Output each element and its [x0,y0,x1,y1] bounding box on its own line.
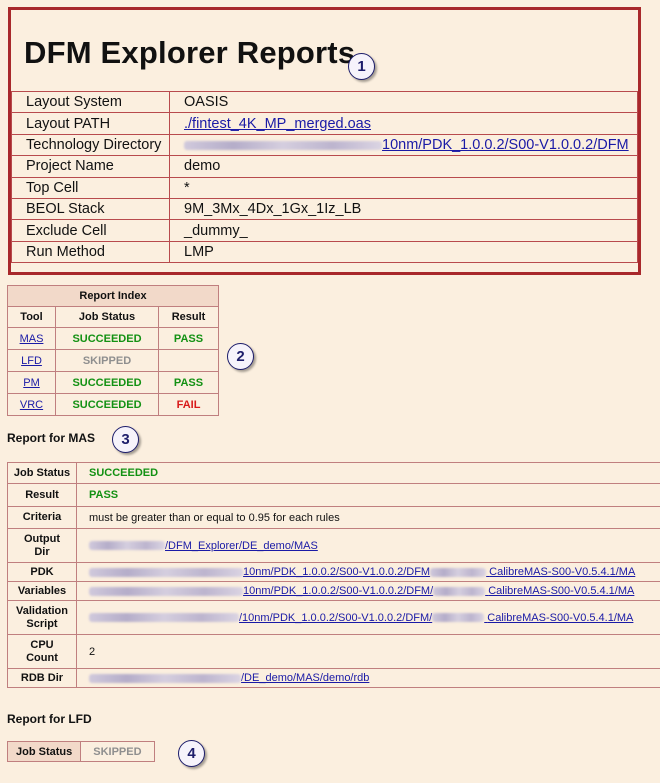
redacted-path [184,140,382,150]
report-index-table: Report Index Tool Job Status Result MAS … [7,285,219,416]
config-value: LMP [169,240,638,264]
variables-value: 10nm/PDK_1.0.0.2/S00-V1.0.0.2/DFM/ Calib… [76,581,660,601]
table-row: Criteria must be greater than or equal t… [7,506,660,529]
pdk-value: 10nm/PDK_1.0.0.2/S00-V1.0.0.2/DFM Calibr… [76,562,660,582]
pdk-link[interactable]: 10nm/PDK_1.0.0.2/S00-V1.0.0.2/DFM Calibr… [243,566,635,578]
config-row: Run Method LMP [11,240,638,264]
tool-link-lfd[interactable]: LFD [21,355,42,367]
tool-link-vrc[interactable]: VRC [20,399,43,411]
output-dir-link[interactable]: /DFM_Explorer/DE_demo/MAS [165,540,318,552]
config-value: 10nm/PDK_1.0.0.2/S00-V1.0.0.2/DFM [169,133,638,157]
table-row: VRC SUCCEEDED FAIL [7,393,219,416]
config-key: Run Method [11,240,170,264]
config-key: Layout System [11,90,170,114]
config-value: demo [169,155,638,178]
tool-link-mas[interactable]: MAS [20,333,44,345]
config-row: BEOL Stack 9M_3Mx_4Dx_1Gx_1Iz_LB [11,197,638,221]
config-key: Project Name [11,155,170,178]
table-row: Result PASS [7,483,660,507]
table-row: Output Dir /DFM_Explorer/DE_demo/MAS [7,528,660,563]
config-key: Layout PATH [11,112,170,135]
config-key: Exclude Cell [11,219,170,242]
config-key: Top Cell [11,176,170,199]
config-row: Top Cell * [11,176,638,199]
config-row: Layout System OASIS [11,90,638,114]
field-label: Result [7,483,77,507]
field-label: Validation Script [7,600,77,635]
job-status-cell: SUCCEEDED [55,327,159,350]
column-header-result: Result [158,306,219,328]
result-cell [158,349,219,372]
config-key: BEOL Stack [11,197,170,221]
config-key: Technology Directory [11,133,170,157]
mas-section-title: Report for MAS [7,431,95,445]
result-cell: PASS [158,371,219,394]
config-value: * [169,176,638,199]
table-row: RDB Dir /DE_demo/MAS/demo/rdb [7,668,660,688]
table-row: Job Status SUCCEEDED [7,462,660,484]
result-cell: PASS [158,327,219,350]
config-value: _dummy_ [169,219,638,242]
table-row: LFD SKIPPED [7,349,219,372]
report-index-caption: Report Index [7,285,219,307]
column-header-job-status: Job Status [55,306,159,328]
field-label: RDB Dir [7,668,77,688]
table-row: Variables 10nm/PDK_1.0.0.2/S00-V1.0.0.2/… [7,581,660,601]
callout-badge-4: 4 [178,740,205,767]
field-label: Criteria [7,506,77,529]
criteria-value: must be greater than or equal to 0.95 fo… [76,506,660,529]
lfd-report-table: Job Status SKIPPED [6,741,155,762]
layout-path-link[interactable]: ./fintest_4K_MP_merged.oas [184,116,371,132]
job-status-value: SUCCEEDED [76,462,660,484]
config-row: Layout PATH ./fintest_4K_MP_merged.oas [11,112,638,135]
table-row: MAS SUCCEEDED PASS [7,327,219,350]
callout-badge-3: 3 [112,426,139,453]
column-header-tool: Tool [7,306,56,328]
validation-script-value: /10nm/PDK_1.0.0.2/S00-V1.0.0.2/DFM/ Cali… [76,600,660,635]
output-dir-value: /DFM_Explorer/DE_demo/MAS [76,528,660,563]
result-cell: FAIL [158,393,219,416]
field-label: Job Status [6,741,82,762]
field-label: CPU Count [7,634,77,669]
config-value: 9M_3Mx_4Dx_1Gx_1Iz_LB [169,197,638,221]
cpu-count-value: 2 [76,634,660,669]
config-value: OASIS [169,90,638,114]
page-title: DFM Explorer Reports [24,35,356,70]
table-row: PDK 10nm/PDK_1.0.0.2/S00-V1.0.0.2/DFM Ca… [7,562,660,582]
callout-badge-1: 1 [348,53,375,80]
config-value: ./fintest_4K_MP_merged.oas [169,112,638,135]
job-status-cell: SUCCEEDED [55,393,159,416]
field-label: PDK [7,562,77,582]
lfd-section-title: Report for LFD [7,712,92,726]
job-status-value: SKIPPED [80,741,155,762]
config-row: Technology Directory 10nm/PDK_1.0.0.2/S0… [11,133,638,157]
table-row: Job Status SKIPPED [6,741,155,762]
table-row: PM SUCCEEDED PASS [7,371,219,394]
job-status-cell: SUCCEEDED [55,371,159,394]
field-label: Output Dir [7,528,77,563]
mas-report-table: Job Status SUCCEEDED Result PASS Criteri… [7,462,660,688]
callout-badge-2: 2 [227,343,254,370]
field-label: Job Status [7,462,77,484]
table-row: Validation Script /10nm/PDK_1.0.0.2/S00-V… [7,600,660,635]
config-table: Layout System OASIS Layout PATH ./fintes… [11,90,638,264]
config-row: Project Name demo [11,155,638,178]
config-row: Exclude Cell _dummy_ [11,219,638,242]
report-header-box: DFM Explorer Reports 1 Layout System OAS… [8,7,641,275]
rdb-dir-link[interactable]: /DE_demo/MAS/demo/rdb [241,672,369,684]
technology-dir-link[interactable]: 10nm/PDK_1.0.0.2/S00-V1.0.0.2/DFM [382,137,629,153]
redacted-path [89,541,165,551]
tool-link-pm[interactable]: PM [23,377,40,389]
field-label: Variables [7,581,77,601]
result-value: PASS [76,483,660,507]
job-status-cell: SKIPPED [55,349,159,372]
validation-script-link[interactable]: /10nm/PDK_1.0.0.2/S00-V1.0.0.2/DFM/ Cali… [239,612,633,624]
rdb-dir-value: /DE_demo/MAS/demo/rdb [76,668,660,688]
table-row: CPU Count 2 [7,634,660,669]
variables-link[interactable]: 10nm/PDK_1.0.0.2/S00-V1.0.0.2/DFM/ Calib… [243,585,634,597]
